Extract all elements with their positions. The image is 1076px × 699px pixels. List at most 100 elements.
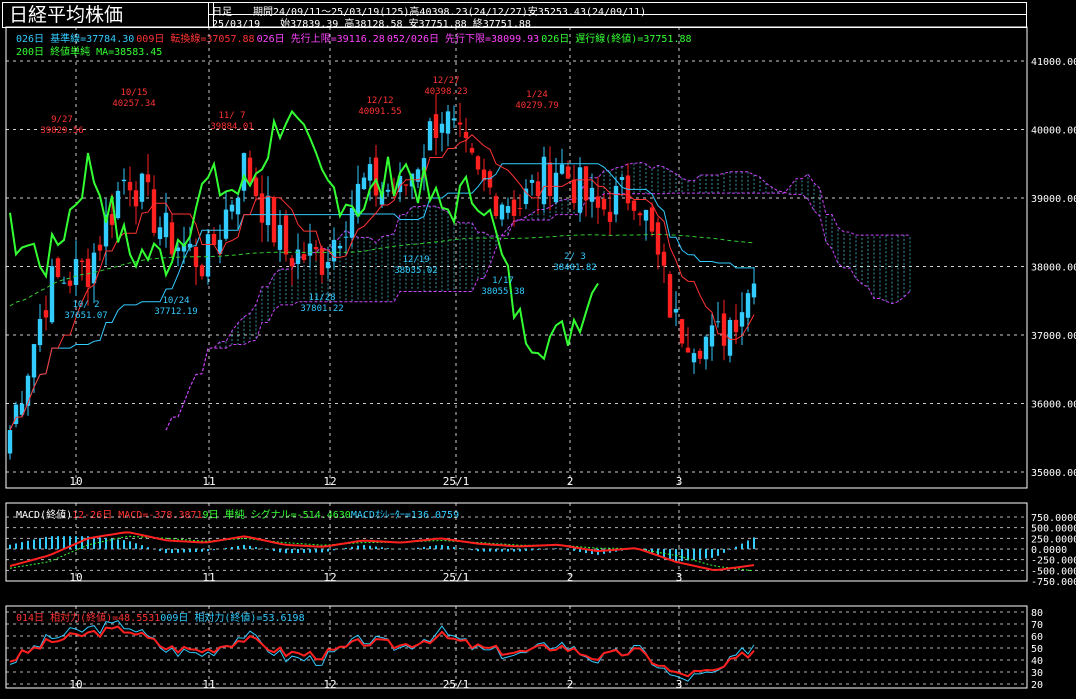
- high-date-label: 9/27: [51, 115, 73, 125]
- low-value-label: 38035.02: [394, 266, 437, 276]
- price-annotations: 9/2739829.56 10/1540257.34 11/ 739884.01 12…: [40, 76, 596, 321]
- candle-body: [673, 309, 679, 313]
- time-axis-label: 11: [202, 475, 215, 488]
- candle-body: [211, 233, 217, 245]
- candle-body: [517, 207, 523, 209]
- candle-body: [223, 209, 229, 239]
- candle-body: [487, 171, 493, 188]
- candle-body: [7, 429, 13, 454]
- rsi-axis-label: 40: [1031, 656, 1043, 667]
- candle-body: [751, 283, 757, 298]
- candle-body: [439, 123, 445, 133]
- candle-body: [247, 157, 253, 183]
- candle-body: [343, 236, 349, 238]
- candle-body: [367, 164, 373, 181]
- price-axis-label: 35000.00: [1031, 468, 1076, 479]
- candle-body: [109, 214, 115, 225]
- candle-body: [655, 222, 661, 255]
- candle-body: [589, 187, 595, 202]
- candle-body: [691, 353, 697, 363]
- low-date-label: 1/17: [492, 276, 514, 286]
- high-value-label: 39829.56: [40, 126, 83, 136]
- time-axis-label: 25/1: [443, 571, 470, 584]
- low-date-label: 12/19: [402, 255, 429, 265]
- rsi14-line: [9, 625, 755, 678]
- macd-axis-label: -750.0000: [1031, 577, 1076, 588]
- macd-axis-label: 750.0000: [1031, 513, 1076, 524]
- candle-body: [631, 200, 637, 211]
- low-date-label: 2/ 3: [564, 252, 586, 262]
- candle-body: [169, 222, 175, 255]
- high-value-label: 39884.01: [210, 122, 253, 132]
- candle-body: [337, 245, 343, 249]
- candle-body: [205, 234, 211, 277]
- candle-body: [235, 197, 241, 215]
- candle-body: [637, 213, 643, 216]
- candle-body: [37, 319, 43, 346]
- candle-body: [67, 280, 73, 286]
- candle-body: [577, 167, 583, 213]
- indicator-lines: [9, 109, 755, 431]
- candle-body: [733, 319, 739, 333]
- low-value-label: 37651.07: [64, 311, 107, 321]
- low-value-label: 37712.19: [154, 307, 197, 317]
- candle-body: [427, 121, 433, 151]
- candle-body: [385, 189, 391, 192]
- candle-body: [745, 293, 751, 318]
- candle-body: [403, 184, 409, 186]
- candle-body: [571, 179, 577, 204]
- low-value-label: 37801.22: [300, 304, 343, 314]
- macd-panel: 750.0000500.0000250.00000.0000-250.0000-…: [6, 513, 1076, 588]
- candle-body: [703, 336, 709, 360]
- candle-body: [289, 258, 295, 267]
- candle-body: [445, 111, 451, 134]
- time-axis-label: 25/1: [443, 475, 470, 488]
- time-axis-label: 12: [323, 475, 336, 488]
- candle-body: [505, 206, 511, 213]
- candle-body: [61, 282, 67, 284]
- candle-body: [373, 157, 379, 196]
- candle-body: [145, 174, 151, 183]
- candle-body: [529, 179, 535, 183]
- candle-body: [451, 118, 457, 121]
- axis-labels: 41000.00 40000.00 39000.00 38000.00 37000.00…: [69, 57, 1076, 691]
- high-value-label: 40257.34: [112, 99, 155, 109]
- macd-axis-label: 250.0000: [1031, 534, 1076, 545]
- candle-body: [667, 274, 673, 318]
- macd-axis-label: 500.0000: [1031, 524, 1076, 535]
- candle-body: [301, 254, 307, 260]
- time-axis-label: 2: [567, 571, 574, 584]
- candle-body: [25, 375, 31, 406]
- candle-body: [49, 266, 55, 323]
- time-axis-label: 3: [676, 571, 683, 584]
- candle-body: [469, 148, 475, 153]
- rsi-axis-label: 50: [1031, 644, 1043, 655]
- candle-body: [679, 319, 685, 344]
- macd-axis-label: -500.0000: [1031, 566, 1076, 577]
- candle-body: [595, 196, 601, 208]
- candle-body: [463, 131, 469, 139]
- candle-body: [349, 208, 355, 238]
- candle-body: [271, 197, 277, 243]
- macd-axis-label: -250.0000: [1031, 556, 1076, 567]
- macd-axis-label: 0.0000: [1031, 545, 1067, 556]
- time-axis-label: 10: [69, 571, 82, 584]
- candle-body: [493, 196, 499, 216]
- candle-body: [199, 265, 205, 277]
- rsi-axis-label: 70: [1031, 620, 1043, 631]
- chikou-line: [9, 109, 599, 361]
- candle-body: [277, 225, 283, 250]
- price-axis-label: 39000.00: [1031, 194, 1076, 205]
- price-axis-label: 36000.00: [1031, 400, 1076, 411]
- low-date-label: 10/24: [162, 296, 189, 306]
- high-date-label: 1/24: [526, 90, 548, 100]
- candle-body: [547, 162, 553, 197]
- candle-body: [331, 239, 337, 262]
- candle-body: [361, 177, 367, 190]
- grid-lines: [6, 27, 1027, 688]
- high-date-label: 12/12: [366, 96, 393, 106]
- candle-body: [157, 227, 163, 240]
- candle-body: [307, 243, 313, 256]
- rsi-axis-label: 30: [1031, 668, 1043, 679]
- candle-body: [649, 207, 655, 232]
